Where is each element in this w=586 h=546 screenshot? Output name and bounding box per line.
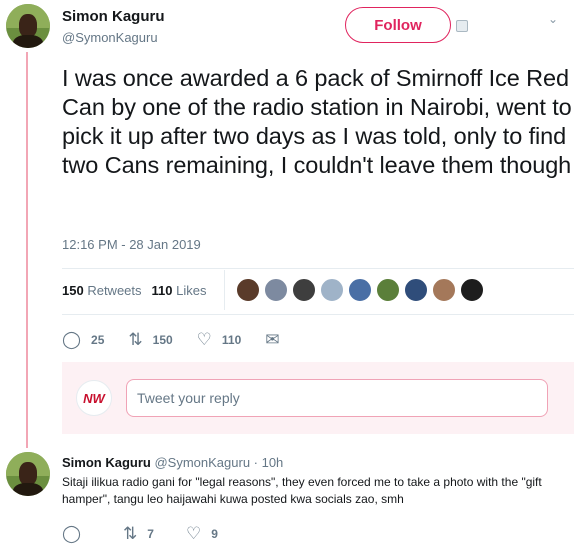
liker-avatar[interactable] [236, 278, 260, 302]
chevron-down-icon[interactable]: ⌄ [548, 12, 558, 26]
tweet-stats: 150 Retweets 110 Likes [62, 283, 217, 298]
author-name[interactable]: Simon Kaguru [62, 8, 165, 25]
reply-input[interactable]: Tweet your reply [126, 379, 548, 417]
liker-avatar[interactable] [404, 278, 428, 302]
liker-avatar[interactable] [432, 278, 456, 302]
reply-action[interactable]: ◯ 25 [62, 330, 104, 350]
message-action[interactable]: ✉ [265, 330, 289, 350]
reply-text: Sitaji ilikua radio gani for "legal reas… [62, 475, 542, 506]
liker-avatar[interactable] [264, 278, 288, 302]
like-action[interactable]: ♡ 110 [197, 330, 242, 350]
reply-like-action[interactable]: ♡ 9 [186, 524, 218, 544]
divider [62, 268, 574, 269]
thread-line [26, 52, 28, 448]
reply-retweet-action[interactable]: ⇅ 7 [123, 524, 154, 544]
reply-handle-time[interactable]: @SymonKaguru · 10h [154, 455, 283, 470]
reply-header: Simon Kaguru @SymonKaguru · 10h [62, 455, 283, 470]
message-icon: ✉ [265, 330, 280, 349]
follow-button[interactable]: Follow [345, 7, 451, 43]
reply-icon: ◯ [62, 524, 82, 543]
tweet-timestamp[interactable]: 12:16 PM - 28 Jan 2019 [62, 237, 201, 252]
stats-separator [224, 270, 225, 310]
heart-icon: ♡ [196, 330, 212, 349]
liker-avatar[interactable] [320, 278, 344, 302]
user-avatar: NW [76, 380, 112, 416]
reply-author-name[interactable]: Simon Kaguru [62, 455, 151, 470]
liker-avatar[interactable] [292, 278, 316, 302]
retweet-action[interactable]: ⇅ 150 [128, 330, 172, 350]
liker-avatar[interactable] [348, 278, 372, 302]
author-avatar[interactable] [6, 4, 50, 48]
reply-reply-action[interactable]: ◯ [62, 524, 91, 544]
liker-avatars [236, 278, 488, 302]
flag-icon [456, 20, 468, 32]
retweets-stat[interactable]: 150 Retweets [62, 283, 142, 298]
reply-composer: NW Tweet your reply [62, 362, 574, 434]
liker-avatar[interactable] [376, 278, 400, 302]
reply-icon: ◯ [62, 330, 82, 349]
liker-avatar[interactable] [460, 278, 484, 302]
likes-stat[interactable]: 110 Likes [152, 283, 207, 298]
author-handle[interactable]: @SymonKaguru [62, 30, 158, 45]
divider [62, 314, 574, 315]
reply-actions: ◯ ⇅ 7 ♡ 9 [62, 524, 250, 544]
retweet-icon: ⇅ [123, 524, 138, 543]
retweet-icon: ⇅ [128, 330, 143, 349]
heart-icon: ♡ [185, 524, 202, 543]
tweet-text: I was once awarded a 6 pack of Smirnoff … [62, 65, 572, 178]
reply-author-avatar[interactable] [6, 452, 50, 496]
tweet-actions: ◯ 25 ⇅ 150 ♡ 110 ✉ [62, 330, 314, 350]
